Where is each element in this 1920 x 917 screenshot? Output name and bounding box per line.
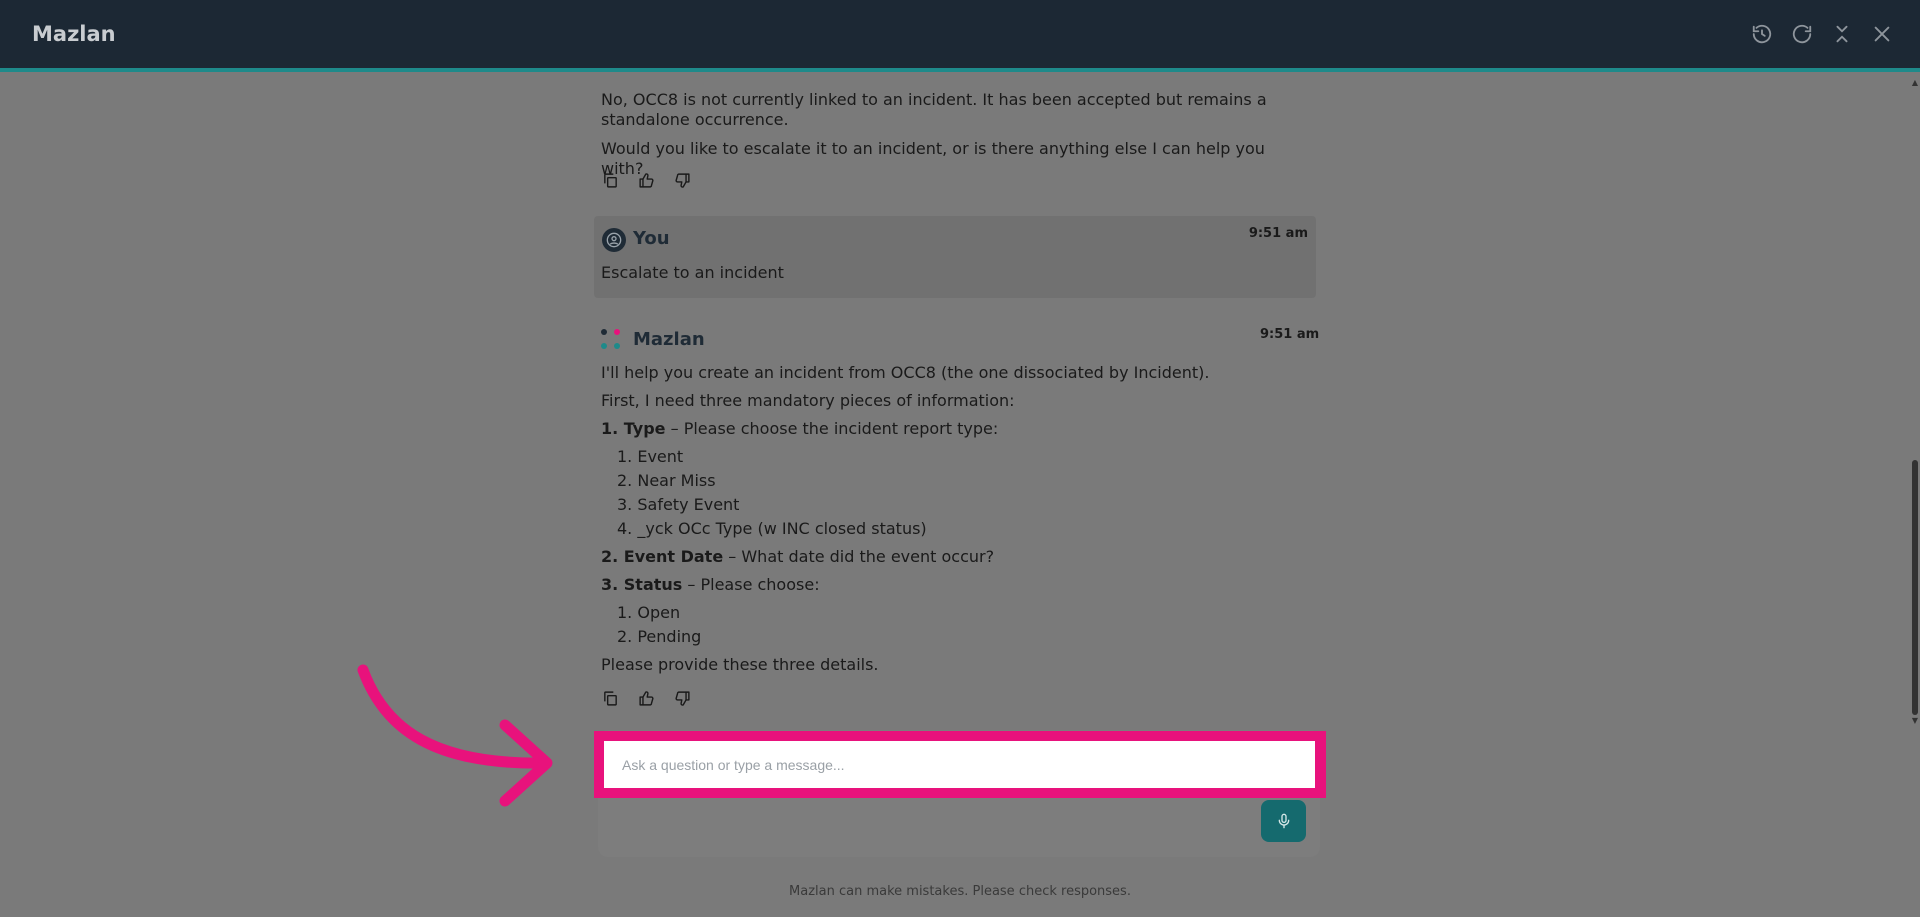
question-type-text: – Please choose the incident report type… — [665, 419, 999, 438]
microphone-button[interactable] — [1261, 800, 1306, 842]
copy-icon[interactable] — [601, 171, 619, 189]
status-options-list: 1. Open 2. Pending — [601, 603, 1311, 647]
question-status: 3. Status – Please choose: — [601, 575, 1311, 595]
scroll-up-icon[interactable]: ▲ — [1912, 78, 1918, 87]
previous-feedback-bar — [601, 171, 691, 189]
previous-bot-text: No, OCC8 is not currently linked to an i… — [601, 90, 1267, 129]
header-actions — [1750, 22, 1894, 46]
user-sender-name: You — [633, 228, 670, 249]
user-message-time: 9:51 am — [1248, 226, 1308, 241]
collapse-icon[interactable] — [1830, 22, 1854, 46]
thumbs-up-icon[interactable] — [637, 689, 655, 707]
question-date-text: – What date did the event occur? — [723, 547, 995, 566]
bot-closing: Please provide these three details. — [601, 655, 879, 674]
question-status-text: – Please choose: — [682, 575, 820, 594]
app-title: Mazlan — [32, 22, 116, 46]
thumbs-up-icon[interactable] — [637, 171, 655, 189]
bot-feedback-bar — [601, 689, 691, 707]
thumbs-down-icon[interactable] — [673, 171, 691, 189]
mazlan-logo-icon — [601, 328, 623, 350]
disclaimer-text: Mazlan can make mistakes. Please check r… — [789, 884, 1131, 899]
bot-intro: I'll help you create an incident from OC… — [601, 363, 1210, 382]
microphone-icon — [1278, 813, 1289, 829]
bot-sender-name: Mazlan — [633, 329, 705, 350]
user-avatar-icon — [602, 228, 626, 252]
list-item: 1. Event — [617, 447, 684, 466]
bot-message-body: I'll help you create an incident from OC… — [601, 363, 1311, 683]
list-item: 2. Near Miss — [617, 471, 716, 490]
history-icon[interactable] — [1750, 22, 1774, 46]
user-message: You 9:51 am Escalate to an incident — [594, 216, 1316, 298]
list-item: 2. Pending — [617, 627, 702, 646]
bot-message-time: 9:51 am — [1260, 327, 1320, 342]
question-status-label: 3. Status — [601, 575, 683, 594]
list-item: 1. Open — [617, 603, 681, 622]
question-type: 1. Type – Please choose the incident rep… — [601, 419, 1311, 439]
question-event-date: 2. Event Date – What date did the event … — [601, 547, 1311, 567]
close-icon[interactable] — [1870, 22, 1894, 46]
list-item: 4. _yck OCc Type (w INC closed status) — [617, 519, 927, 538]
scroll-down-icon[interactable]: ▼ — [1912, 716, 1918, 725]
annotation-arrow-icon — [357, 664, 553, 807]
user-message-text: Escalate to an incident — [601, 263, 784, 282]
refresh-icon[interactable] — [1790, 22, 1814, 46]
list-item: 3. Safety Event — [617, 495, 740, 514]
type-options-list: 1. Event 2. Near Miss 3. Safety Event 4.… — [601, 447, 1311, 539]
question-date-label: 2. Event Date — [601, 547, 724, 566]
question-type-label: 1. Type — [601, 419, 666, 438]
bot-first: First, I need three mandatory pieces of … — [601, 391, 1015, 410]
copy-icon[interactable] — [601, 689, 619, 707]
message-input[interactable] — [604, 741, 1315, 788]
thumbs-down-icon[interactable] — [673, 689, 691, 707]
app-header: Mazlan — [0, 0, 1920, 72]
scrollbar-thumb[interactable] — [1912, 460, 1918, 715]
previous-bot-question: Would you like to escalate it to an inci… — [601, 139, 1265, 178]
